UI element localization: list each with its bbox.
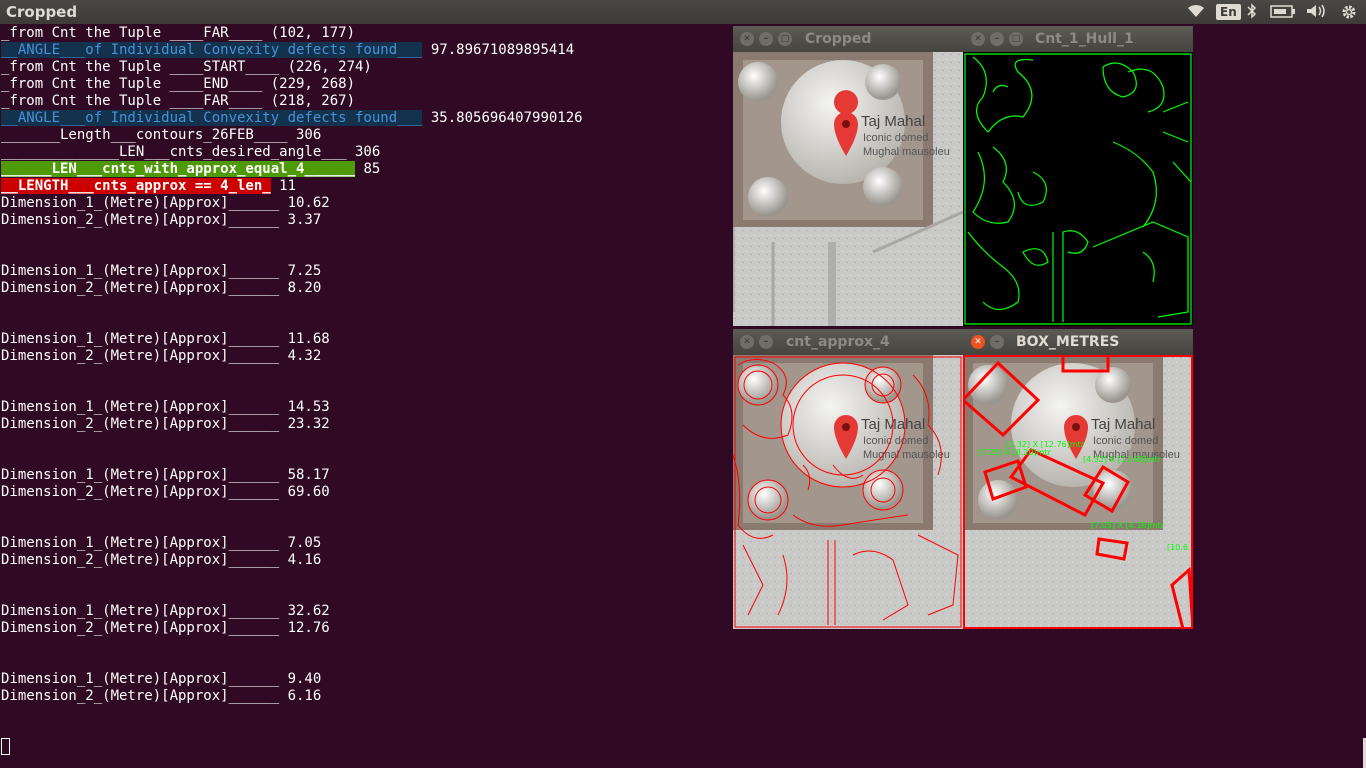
window-title: Cnt_1_Hull_1 [1035, 31, 1134, 47]
terminal-line: _from Cnt the Tuple ____END____ (229, 26… [1, 76, 356, 92]
highlight-green: ______LEN___cnts_with_approx_equal_4____… [1, 161, 356, 177]
terminal-line: Dimension_2_(Metre)[Approx]______ 8.20 [1, 280, 322, 296]
minimize-icon[interactable]: – [990, 335, 1004, 349]
close-icon[interactable]: ✕ [971, 32, 985, 46]
bluetooth-icon[interactable] [1247, 3, 1257, 21]
terminal-line: _from Cnt the Tuple ____FAR____ (102, 17… [1, 25, 356, 41]
minimize-icon[interactable]: – [990, 32, 1004, 46]
highlight-blue: __ANGLE___of Individual Convexity defect… [1, 110, 423, 126]
window-box-metres[interactable]: ✕ – BOX_METRES Taj Mahal Iconic domed Mu… [963, 329, 1193, 629]
terminal-line: _from Cnt the Tuple ____START____ (226, … [1, 59, 372, 75]
window-cropped[interactable]: ✕ – □ Cropped Taj Mahal Iconic domed Mug… [733, 26, 963, 326]
terminal-line: __ANGLE___of Individual Convexity defect… [1, 110, 583, 126]
terminal-cursor [1, 738, 10, 755]
hull-contours-image [963, 52, 1193, 326]
terminal-line: Dimension_1_(Metre)[Approx]______ 10.62 [1, 195, 330, 211]
box-metres-image: Taj Mahal Iconic domed Mughal mausoleu [… [963, 355, 1193, 629]
satellite-image: Taj Mahal Iconic domed Mughal mausoleu [733, 52, 963, 326]
map-label-sub: Mughal mausoleu [863, 146, 950, 158]
volume-icon[interactable] [1305, 3, 1327, 21]
close-icon[interactable]: ✕ [740, 32, 754, 46]
terminal-line: Dimension_1_(Metre)[Approx]______ 7.05 [1, 535, 322, 551]
map-label-title: Taj Mahal [1091, 416, 1155, 433]
window-title: Cropped [805, 31, 872, 47]
minimize-icon[interactable]: – [759, 335, 773, 349]
terminal-line: Dimension_2_(Metre)[Approx]______ 4.16 [1, 552, 322, 568]
box-dimension-label: [10.6 [1167, 543, 1188, 552]
window-titlebar[interactable]: ✕ – cnt_approx_4 [733, 329, 963, 355]
close-icon[interactable]: ✕ [971, 335, 985, 349]
map-label-sub: Iconic domed [1093, 435, 1158, 447]
window-titlebar[interactable]: ✕ – BOX_METRES [963, 329, 1193, 355]
maximize-icon[interactable]: □ [778, 32, 792, 46]
close-icon[interactable]: ✕ [740, 335, 754, 349]
window-hull[interactable]: ✕ – □ Cnt_1_Hull_1 [963, 26, 1193, 326]
terminal-line: ______LEN___cnts_with_approx_equal_4____… [1, 161, 381, 177]
terminal-output[interactable]: _from Cnt the Tuple ____FAR____ (102, 17… [0, 25, 730, 768]
window-title: cnt_approx_4 [786, 334, 890, 350]
terminal-line: Dimension_1_(Metre)[Approx]______ 58.17 [1, 467, 330, 483]
terminal-line: Dimension_1_(Metre)[Approx]______ 9.40 [1, 671, 322, 687]
window-titlebar[interactable]: ✕ – □ Cnt_1_Hull_1 [963, 26, 1193, 52]
map-label-sub: Iconic domed [863, 435, 928, 447]
window-titlebar[interactable]: ✕ – □ Cropped [733, 26, 963, 52]
terminal-line: Dimension_1_(Metre)[Approx]______ 11.68 [1, 331, 330, 347]
window-title: BOX_METRES [1016, 334, 1120, 350]
terminal-line: Dimension_2_(Metre)[Approx]______ 4.32 [1, 348, 322, 364]
battery-icon[interactable] [1270, 3, 1296, 21]
map-label-sub: Iconic domed [863, 132, 928, 144]
terminal-line: _______Length___contours_26FEB____ 306 [1, 127, 322, 143]
terminal-line: Dimension_2_(Metre)[Approx]______ 23.32 [1, 416, 330, 432]
terminal-line: Dimension_1_(Metre)[Approx]______ 7.25 [1, 263, 322, 279]
maximize-icon[interactable]: □ [1009, 32, 1023, 46]
box-dimension-label: [4.32] X [11.68]mtr [1083, 455, 1162, 464]
terminal-line: Dimension_1_(Metre)[Approx]______ 32.62 [1, 603, 330, 619]
terminal-line: Dimension_2_(Metre)[Approx]______ 12.76 [1, 620, 330, 636]
map-label-title: Taj Mahal [861, 113, 925, 130]
active-window-title: Cropped [6, 3, 78, 21]
top-panel: Cropped En [0, 0, 1366, 24]
terminal-line: Dimension_2_(Metre)[Approx]______ 6.16 [1, 688, 322, 704]
approx-contours-image: Taj Mahal Iconic domed Mughal mausoleu [733, 355, 963, 629]
keyboard-lang-icon[interactable]: En [1216, 4, 1241, 20]
terminal-line: Dimension_2_(Metre)[Approx]______ 69.60 [1, 484, 330, 500]
map-label-sub: Mughal mausoleu [863, 449, 950, 461]
wifi-icon[interactable] [1186, 3, 1206, 21]
terminal-line: __ANGLE___of Individual Convexity defect… [1, 42, 575, 58]
terminal-line: ______________LEN___cnts_desired_angle__… [1, 144, 381, 160]
highlight-red: __LENGTH___cnts_approx == 4_len_ [1, 178, 271, 194]
terminal-line: Dimension_2_(Metre)[Approx]______ 3.37 [1, 212, 322, 228]
minimize-icon[interactable]: – [759, 32, 773, 46]
highlight-blue: __ANGLE___of Individual Convexity defect… [1, 42, 423, 58]
terminal-line: Dimension_1_(Metre)[Approx]______ 14.53 [1, 399, 330, 415]
box-dimension-label: [7.05] X [4.16]mtr [1091, 521, 1165, 530]
terminal-line: _from Cnt the Tuple ____FAR____ (218, 26… [1, 93, 356, 109]
box-dimension-label: [7.25] X [8.20]mtr [978, 448, 1052, 457]
window-approx[interactable]: ✕ – cnt_approx_4 Taj Mahal Iconic domed … [733, 329, 963, 629]
terminal-line: __LENGTH___cnts_approx == 4_len_ 11 [1, 178, 297, 194]
settings-gear-icon[interactable] [1340, 3, 1358, 21]
